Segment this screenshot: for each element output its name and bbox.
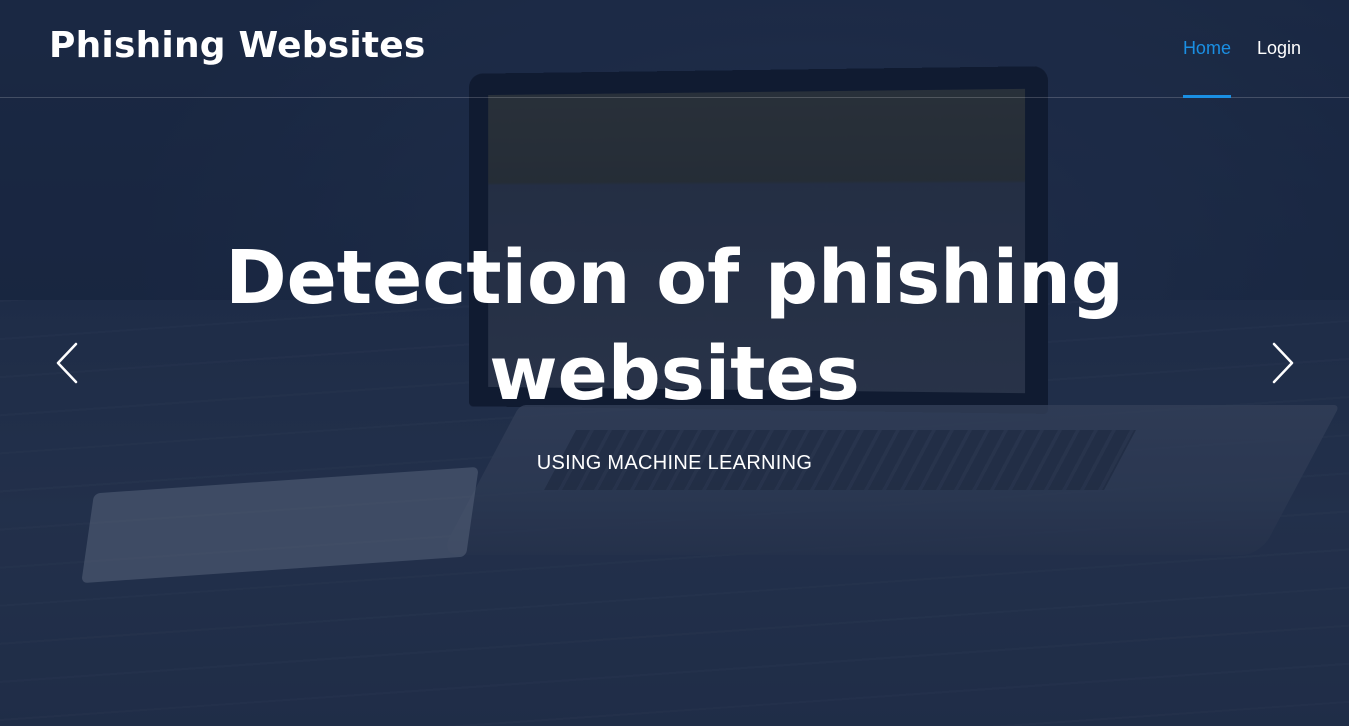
hero-headline-line2: websites <box>489 331 860 417</box>
hero-subheadline: USING MACHINE LEARNING <box>536 452 813 474</box>
hero-headline: Detection of phishing websites <box>225 230 1125 422</box>
chevron-left-icon <box>56 342 78 384</box>
carousel-next-button[interactable] <box>1262 340 1302 386</box>
site-header: Phishing Websites Home Login <box>0 0 1349 98</box>
chevron-right-icon <box>1272 342 1294 384</box>
hero-headline-line1: Detection of phishing <box>225 235 1124 321</box>
hero-carousel: Phishing Websites Home Login Detection o… <box>0 0 1349 726</box>
carousel-prev-button[interactable] <box>48 340 88 386</box>
site-logo[interactable]: Phishing Websites <box>49 25 426 66</box>
nav-home-link[interactable]: Home <box>1182 0 1231 98</box>
nav-login-link[interactable]: Login <box>1257 0 1301 97</box>
slide-content: Detection of phishing websites USING MAC… <box>0 230 1349 474</box>
main-nav: Home Login <box>1182 0 1301 98</box>
